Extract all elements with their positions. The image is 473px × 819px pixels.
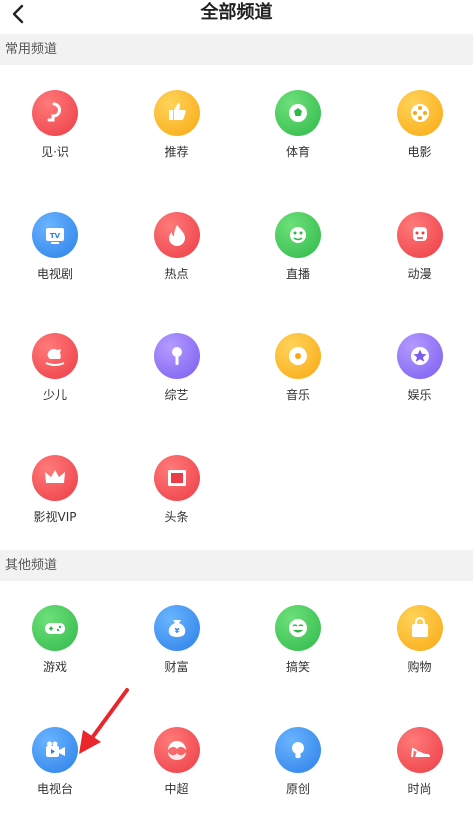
- channel-item[interactable]: 音乐: [258, 333, 338, 423]
- channel-label: 见·识: [41, 145, 69, 159]
- svg-text:TV: TV: [50, 232, 61, 240]
- channel-label: 直播: [285, 266, 310, 281]
- video-camera-icon: [32, 726, 78, 773]
- channel-item[interactable]: 搞笑: [258, 605, 338, 695]
- channel-item[interactable]: 原创: [258, 726, 338, 817]
- high-heel-icon: [396, 726, 443, 773]
- channel-item[interactable]: 推荐: [137, 90, 217, 180]
- channel-label: 综艺: [164, 388, 189, 403]
- channel-label: 动漫: [407, 266, 432, 281]
- channel-label: 游戏: [42, 660, 67, 674]
- channel-item[interactable]: 见·识: [15, 90, 95, 180]
- top-bar: 全部频道: [0, 0, 473, 32]
- channel-label: 购物: [407, 660, 432, 674]
- swirl-logo-icon: [153, 726, 200, 773]
- channel-label: 娱乐: [407, 388, 432, 403]
- channel-item[interactable]: 游戏: [15, 605, 95, 695]
- channel-item[interactable]: TV 电视剧: [15, 211, 95, 302]
- channel-item[interactable]: 时尚: [380, 726, 460, 817]
- channel-item[interactable]: 娱乐: [380, 333, 460, 423]
- channel-label: 体育: [285, 145, 310, 159]
- gamepad-icon: [32, 605, 78, 651]
- channel-label: 电视台: [36, 781, 73, 796]
- channel-label: 热点: [164, 266, 189, 281]
- channel-label: 电视剧: [36, 266, 73, 281]
- channel-item[interactable]: 中超: [137, 726, 217, 817]
- channel-item[interactable]: 电影: [380, 90, 460, 180]
- channel-label: 搞笑: [285, 660, 310, 674]
- channel-label: 少儿: [42, 388, 67, 403]
- thumbs-up-icon: [153, 90, 200, 136]
- film-reel-icon: [396, 90, 443, 136]
- microphone-icon: [153, 333, 200, 380]
- section-header-other: 其他频道: [0, 550, 473, 581]
- flame-icon: [153, 211, 200, 258]
- channel-item[interactable]: 影视VIP: [15, 455, 95, 545]
- channel-item[interactable]: 购物: [380, 605, 460, 695]
- laughing-face-icon: [275, 605, 321, 651]
- channel-label: 财富: [164, 660, 189, 674]
- shopping-bag-icon: [396, 605, 443, 651]
- channel-item[interactable]: ¥ 财富: [137, 605, 217, 695]
- channel-label: 音乐: [285, 388, 310, 403]
- channel-label: 头条: [164, 510, 189, 525]
- money-bag-icon: ¥: [153, 605, 200, 651]
- channel-item[interactable]: 热点: [137, 211, 217, 302]
- crown-icon: [32, 455, 78, 502]
- broadcast-icon: [275, 211, 321, 258]
- rocking-horse-icon: [32, 333, 78, 380]
- tv-icon: TV: [32, 211, 78, 258]
- channel-item[interactable]: 动漫: [380, 211, 460, 302]
- star-icon: [396, 333, 443, 380]
- section-header-common: 常用频道: [0, 34, 473, 65]
- channel-label: 电影: [407, 145, 432, 159]
- channel-item[interactable]: 头条: [137, 455, 217, 545]
- channel-label: 推荐: [164, 145, 189, 159]
- page-title: 全部频道: [200, 2, 273, 23]
- channel-item[interactable]: 体育: [258, 90, 338, 180]
- channel-label: 时尚: [407, 781, 432, 796]
- soccer-ball-icon: [275, 90, 321, 136]
- bulb-icon: [275, 726, 321, 773]
- channel-item[interactable]: 电视台: [15, 726, 95, 817]
- news-film-icon: [153, 455, 200, 502]
- channel-label: 原创: [285, 781, 310, 796]
- channel-label: 中超: [164, 781, 189, 796]
- svg-text:¥: ¥: [174, 627, 179, 635]
- disc-icon: [275, 333, 321, 380]
- anime-character-icon: [396, 211, 443, 258]
- channel-item[interactable]: 少儿: [15, 333, 95, 423]
- channel-item[interactable]: 直播: [258, 211, 338, 302]
- channel-item[interactable]: 综艺: [137, 333, 217, 423]
- lightbulb-icon: [32, 90, 78, 136]
- channel-label: 影视VIP: [33, 510, 77, 525]
